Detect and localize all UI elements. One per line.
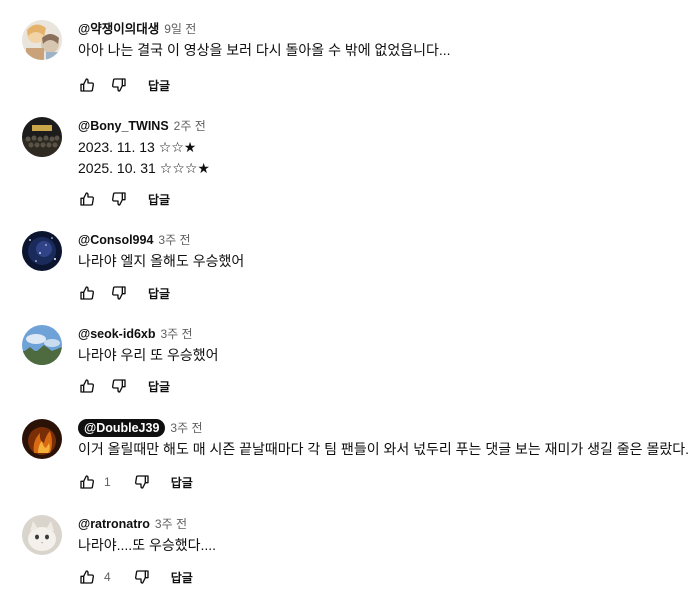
dislike-button[interactable] (133, 568, 151, 586)
like-count: 1 (104, 475, 111, 489)
avatar[interactable] (22, 231, 62, 271)
dislike-button[interactable] (110, 284, 128, 302)
thumbs-up-icon (80, 379, 94, 393)
comment-actions: 4 답글 (78, 567, 193, 587)
like-button[interactable] (78, 377, 96, 395)
author-name[interactable]: @Bony_TWINS (78, 117, 169, 135)
comment-body: @DoubleJ39 3주 전 이거 올릴때만 해도 매 시즌 끝날때마다 각 … (78, 419, 689, 460)
comment-header: @Consol994 3주 전 (78, 231, 688, 249)
creator-author-badge[interactable]: @DoubleJ39 (78, 419, 166, 437)
thumbs-down-icon (112, 379, 126, 393)
comment-text-line: 나라야 엘지 올해도 우승했어 (78, 253, 245, 269)
comment-text-line: 나라야 우리 또 우승했어 (78, 347, 219, 363)
thumbs-down-icon (134, 475, 149, 489)
fire-avatar-icon (22, 419, 62, 459)
reply-button[interactable]: 답글 (148, 77, 170, 94)
comment-time[interactable]: 3주 전 (161, 325, 193, 343)
reply-button[interactable]: 답글 (148, 378, 170, 395)
comment-text: 2023. 11. 13 ☆☆★ 2025. 10. 31 ☆☆☆★ (78, 137, 688, 179)
comment-header: @Bony_TWINS 2주 전 (78, 117, 688, 135)
comment-text: 나라야 엘지 올해도 우승했어 (78, 251, 688, 272)
comment-time[interactable]: 3주 전 (170, 419, 202, 437)
avatar[interactable] (22, 419, 62, 459)
comment-text: 이거 올릴때만 해도 매 시즌 끝날때마다 각 팀 팬들이 와서 넋두리 푸는 … (78, 439, 689, 460)
comment-actions: 답글 (78, 189, 170, 209)
cat-avatar-icon (22, 515, 62, 555)
comment-header: @DoubleJ39 3주 전 (78, 419, 688, 437)
thumbs-down-icon (134, 570, 149, 584)
comment-body: @약쟁이의대생 9일 전 아아 나는 결국 이 영상을 보러 다시 돌아올 수 … (78, 20, 688, 61)
team-photo-avatar-icon (22, 117, 62, 157)
thumbs-up-icon (80, 192, 94, 206)
thumbs-down-icon (112, 78, 126, 92)
comment-header: @약쟁이의대생 9일 전 (78, 20, 688, 38)
comment-text-line: 아아 나는 결국 이 영상을 보러 다시 돌아올 수 밖에 없었읍니다... (78, 42, 451, 58)
night-sky-avatar-icon (22, 231, 62, 271)
like-button[interactable] (78, 284, 96, 302)
thumbs-up-icon (80, 78, 94, 92)
comment-header: @seok-id6xb 3주 전 (78, 325, 688, 343)
comment-text-line: 2023. 11. 13 ☆☆★ (78, 139, 197, 155)
reply-button[interactable]: 답글 (171, 474, 193, 491)
thumbs-up-icon (80, 475, 94, 489)
reply-button[interactable]: 답글 (148, 191, 170, 208)
thumbs-down-icon (112, 192, 126, 206)
comment-time[interactable]: 3주 전 (158, 231, 190, 249)
comment-body: @Consol994 3주 전 나라야 엘지 올해도 우승했어 (78, 231, 688, 272)
comment-body: @seok-id6xb 3주 전 나라야 우리 또 우승했어 (78, 325, 688, 366)
like-button[interactable] (78, 190, 96, 208)
comment-text-line: 나라야....또 우승했다.... (78, 537, 217, 553)
anime-avatar-icon (22, 20, 62, 60)
author-name[interactable]: @Consol994 (78, 231, 153, 249)
like-button[interactable] (78, 76, 96, 94)
avatar[interactable] (22, 515, 62, 555)
reply-button[interactable]: 답글 (148, 285, 170, 302)
like-count: 4 (104, 570, 111, 584)
comment-text: 나라야 우리 또 우승했어 (78, 345, 688, 366)
comment-body: @Bony_TWINS 2주 전 2023. 11. 13 ☆☆★ 2025. … (78, 117, 688, 179)
avatar[interactable] (22, 117, 62, 157)
comment-body: @ratronatro 3주 전 나라야....또 우승했다.... (78, 515, 688, 556)
avatar[interactable] (22, 325, 62, 365)
author-name[interactable]: @ratronatro (78, 515, 150, 533)
reply-button[interactable]: 답글 (171, 569, 193, 586)
comment-actions: 답글 (78, 283, 170, 303)
like-button[interactable] (78, 473, 96, 491)
thumbs-up-icon (80, 286, 94, 300)
thumbs-up-icon (80, 570, 94, 584)
like-button[interactable] (78, 568, 96, 586)
dislike-button[interactable] (110, 190, 128, 208)
comment-text-line: 2025. 10. 31 ☆☆☆★ (78, 160, 210, 176)
dislike-button[interactable] (133, 473, 151, 491)
comment-text: 나라야....또 우승했다.... (78, 535, 688, 556)
comment-text: 아아 나는 결국 이 영상을 보러 다시 돌아올 수 밖에 없었읍니다... (78, 40, 688, 61)
author-name[interactable]: @seok-id6xb (78, 325, 156, 343)
dislike-button[interactable] (110, 377, 128, 395)
landscape-avatar-icon (22, 325, 62, 365)
comment-time[interactable]: 3주 전 (155, 515, 187, 533)
avatar[interactable] (22, 20, 62, 60)
comment-actions: 1 답글 (78, 472, 193, 492)
comment-header: @ratronatro 3주 전 (78, 515, 688, 533)
comment-text-line: 이거 올릴때만 해도 매 시즌 끝날때마다 각 팀 팬들이 와서 넋두리 푸는 … (78, 441, 689, 457)
comment-time[interactable]: 9일 전 (164, 20, 196, 38)
author-name[interactable]: @약쟁이의대생 (78, 20, 159, 38)
comment-time[interactable]: 2주 전 (174, 117, 206, 135)
dislike-button[interactable] (110, 76, 128, 94)
comment-actions: 답글 (78, 75, 170, 95)
thumbs-down-icon (112, 286, 126, 300)
comment-actions: 답글 (78, 376, 170, 396)
